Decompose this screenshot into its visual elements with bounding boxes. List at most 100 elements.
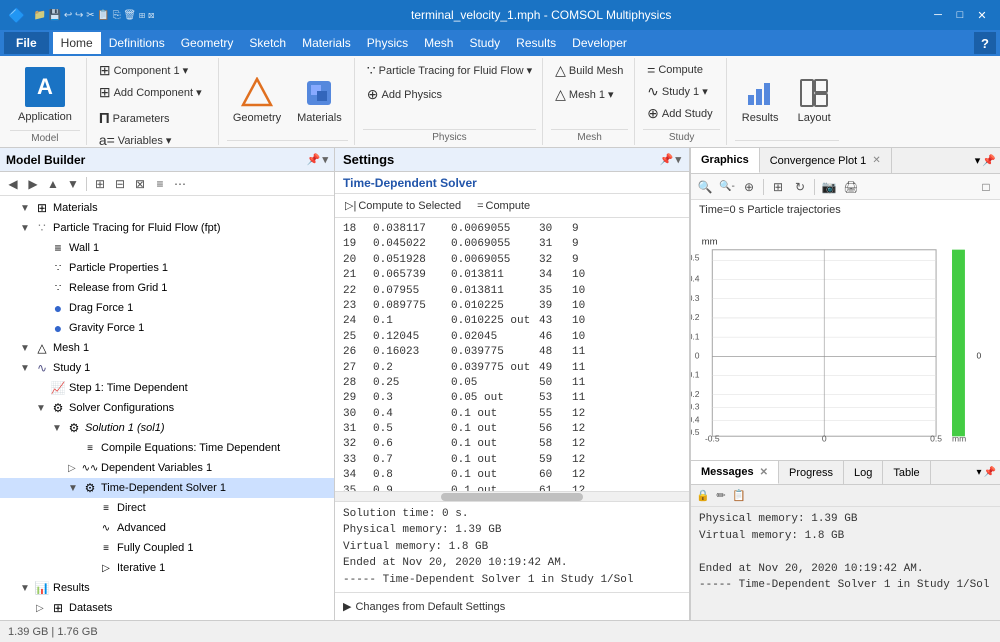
grid-button[interactable]: ⊞ <box>768 177 788 197</box>
results-button[interactable]: Results <box>735 65 785 135</box>
graphics-pin-button[interactable]: 📌 <box>982 154 996 167</box>
tree-item-release-grid[interactable]: ∵ Release from Grid 1 <box>0 278 334 298</box>
geometry-button[interactable]: Geometry <box>227 65 287 135</box>
compute-button[interactable]: = Compute <box>643 60 707 80</box>
add-physics-button[interactable]: ⊕ Add Physics <box>363 84 446 105</box>
menu-results[interactable]: Results <box>508 32 564 54</box>
camera-button[interactable]: 📷 <box>819 177 839 197</box>
tab-log[interactable]: Log <box>844 461 883 484</box>
layout-button[interactable]: Layout <box>789 65 839 135</box>
nav-down-button[interactable]: ▼ <box>64 175 82 193</box>
settings-pin[interactable]: 📌 <box>660 153 674 166</box>
zoom-in-button[interactable]: 🔍 <box>695 177 715 197</box>
menu-sketch[interactable]: Sketch <box>241 32 294 54</box>
menu-home[interactable]: Home <box>53 32 101 54</box>
tree-item-gravity-force[interactable]: ● Gravity Force 1 <box>0 318 334 338</box>
application-button[interactable]: A Application <box>10 60 80 130</box>
rotate-button[interactable]: ↻ <box>790 177 810 197</box>
more-options-button[interactable]: ⋯ <box>171 175 189 193</box>
study1-button[interactable]: ∿ Study 1 ▾ <box>643 81 712 102</box>
menu-physics[interactable]: Physics <box>359 32 416 54</box>
expand-all-button[interactable]: ⊞ <box>91 175 109 193</box>
print-button[interactable]: 🖨 <box>841 177 861 197</box>
tree-item-derived-values[interactable]: ▷ ⊞ Derived Values <box>0 618 334 620</box>
view-options-button[interactable]: ≡ <box>151 175 169 193</box>
compute-btn[interactable]: = Compute <box>471 198 536 214</box>
zoom-out-button[interactable]: 🔍- <box>717 177 737 197</box>
log-cell: 22 <box>343 284 365 299</box>
tree-item-drag-force[interactable]: ● Drag Force 1 <box>0 298 334 318</box>
compute-to-selected-button[interactable]: ▷| Compute to Selected <box>339 197 467 214</box>
mesh1-button[interactable]: △ Mesh 1 ▾ <box>551 84 617 105</box>
minimize-button[interactable]: ─ <box>928 5 948 25</box>
graphics-menu-button[interactable]: ▾ <box>975 154 981 167</box>
menu-materials[interactable]: Materials <box>294 32 359 54</box>
nav-up-button[interactable]: ▲ <box>44 175 62 193</box>
tree-item-datasets[interactable]: ▷ ⊞ Datasets <box>0 598 334 618</box>
tree-item-particle-tracing[interactable]: ▼ ∵ Particle Tracing for Fluid Flow (fpt… <box>0 218 334 238</box>
nav-back-button[interactable]: ◀ <box>4 175 22 193</box>
detach-button[interactable]: □ <box>976 177 996 197</box>
tree-item-solver-configs[interactable]: ▼ ⚙ Solver Configurations <box>0 398 334 418</box>
nav-forward-button[interactable]: ▶ <box>24 175 42 193</box>
collapse-all-button[interactable]: ⊟ <box>111 175 129 193</box>
tree-item-particle-props[interactable]: ∵ Particle Properties 1 <box>0 258 334 278</box>
tab-convergence-plot[interactable]: Convergence Plot 1 ✕ <box>760 148 892 173</box>
tree-item-dep-vars[interactable]: ▷ ∿∿ Dependent Variables 1 <box>0 458 334 478</box>
tree-item-time-dep[interactable]: 📈 Step 1: Time Dependent <box>0 378 334 398</box>
tree-item-materials[interactable]: ▼ ⊞ Materials <box>0 198 334 218</box>
tab-table[interactable]: Table <box>883 461 930 484</box>
maximize-button[interactable]: □ <box>950 5 970 25</box>
tree-item-advanced[interactable]: ∿ Advanced <box>0 518 334 538</box>
tree-item-time-dep-solver[interactable]: ▼ ⚙ Time-Dependent Solver 1 <box>0 478 334 498</box>
add-component-button[interactable]: ⊞ Add Component ▾ <box>95 82 206 103</box>
messages-tab-close[interactable]: ✕ <box>760 467 768 478</box>
messages-pin[interactable]: 📌 <box>984 467 996 478</box>
settings-collapse[interactable]: ▾ <box>675 153 681 166</box>
ribbon-group-model2: ⊞ Component 1 ▾ ⊞ Add Component ▾ Π Para… <box>89 58 219 145</box>
tree-item-fully-coupled[interactable]: ≡ Fully Coupled 1 <box>0 538 334 558</box>
menu-developer[interactable]: Developer <box>564 32 635 54</box>
changes-from-default[interactable]: ▶ Changes from Default Settings <box>335 592 689 620</box>
split-view-button[interactable]: ⊠ <box>131 175 149 193</box>
menu-mesh[interactable]: Mesh <box>416 32 461 54</box>
tab-progress[interactable]: Progress <box>779 461 844 484</box>
tree-arrow: ▼ <box>52 423 66 434</box>
tree-item-study1[interactable]: ▼ ∿ Study 1 <box>0 358 334 378</box>
tree-item-mesh1[interactable]: ▼ △ Mesh 1 <box>0 338 334 358</box>
compile-eq-icon: ≡ <box>82 440 98 456</box>
convergence-tab-close[interactable]: ✕ <box>872 155 880 166</box>
tree-item-results[interactable]: ▼ 📊 Results <box>0 578 334 598</box>
file-menu[interactable]: File <box>4 32 49 54</box>
changes-label: Changes from Default Settings <box>355 601 505 613</box>
zoom-fit-button[interactable]: ⊕ <box>739 177 759 197</box>
tree-item-wall1[interactable]: ≡ Wall 1 <box>0 238 334 258</box>
tree-item-solution1[interactable]: ▼ ⚙ Solution 1 (sol1) <box>0 418 334 438</box>
menu-definitions[interactable]: Definitions <box>101 32 173 54</box>
add-study-button[interactable]: ⊕ Add Study <box>643 103 717 124</box>
materials-button[interactable]: Materials <box>291 65 348 135</box>
particle-tracing-button[interactable]: ∵ Particle Tracing for Fluid Flow ▾ <box>363 60 536 81</box>
close-button[interactable]: ✕ <box>972 5 992 25</box>
tab-messages[interactable]: Messages ✕ <box>691 461 779 484</box>
menu-geometry[interactable]: Geometry <box>173 32 242 54</box>
messages-menu[interactable]: ▾ <box>977 467 982 478</box>
copy-button[interactable]: 📋 <box>731 488 747 504</box>
help-button[interactable]: ? <box>974 32 996 54</box>
build-mesh-button[interactable]: △ Build Mesh <box>551 60 627 81</box>
lock-button[interactable]: 🔒 <box>695 488 711 504</box>
tree-item-compile-eq[interactable]: ≡ Compile Equations: Time Dependent <box>0 438 334 458</box>
tree-item-iterative[interactable]: ▷ Iterative 1 <box>0 558 334 578</box>
component-button[interactable]: ⊞ Component 1 ▾ <box>95 60 192 81</box>
collapse-button[interactable]: ▾ <box>322 153 328 166</box>
log-scrollbar[interactable] <box>335 491 689 501</box>
advanced-icon: ∿ <box>98 520 114 536</box>
menu-study[interactable]: Study <box>461 32 508 54</box>
edit-button[interactable]: ✏ <box>713 488 729 504</box>
parameters-button[interactable]: Π Parameters <box>95 108 174 129</box>
log-cell: 9 <box>572 222 597 237</box>
tree-item-direct[interactable]: ≡ Direct <box>0 498 334 518</box>
pin-button[interactable]: 📌 <box>307 153 321 166</box>
tab-graphics[interactable]: Graphics <box>691 148 760 173</box>
variables-button[interactable]: a= Variables ▾ <box>95 130 176 150</box>
